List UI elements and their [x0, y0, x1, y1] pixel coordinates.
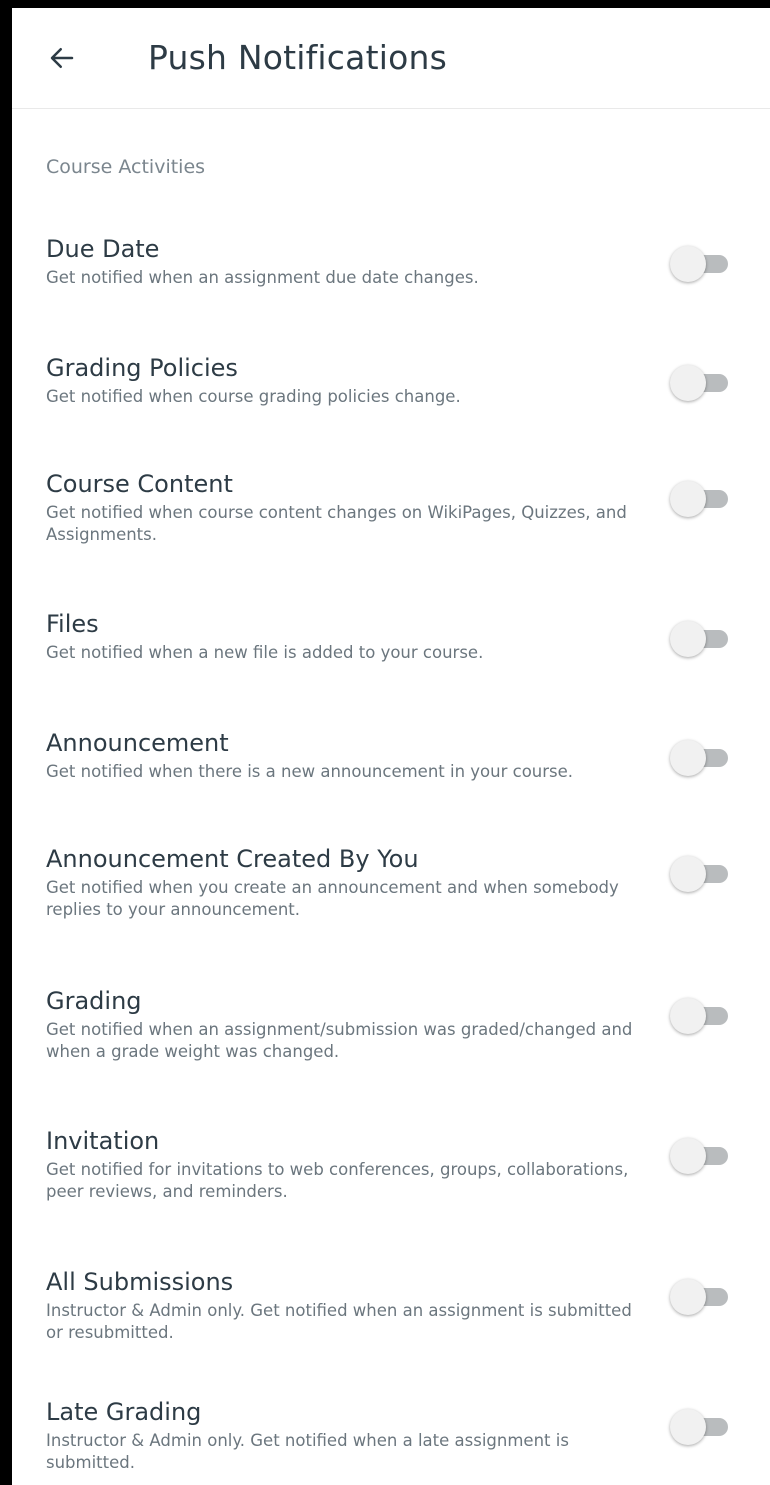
- toggle-announcement-created-by-you[interactable]: [670, 855, 730, 893]
- toggle-all-submissions[interactable]: [670, 1278, 730, 1316]
- setting-description: Get notified when an assignment due date…: [46, 268, 479, 287]
- page-title: Push Notifications: [148, 38, 447, 77]
- setting-title: Late Grading: [46, 1398, 202, 1426]
- toggle-thumb: [670, 998, 706, 1034]
- toggle-late-grading[interactable]: [670, 1408, 730, 1446]
- toggle-invitation[interactable]: [670, 1137, 730, 1175]
- setting-title: Course Content: [46, 470, 233, 498]
- arrow-left-icon: [50, 48, 74, 68]
- toggle-thumb: [670, 1279, 706, 1315]
- toggle-announcement[interactable]: [670, 739, 730, 777]
- toggle-grading[interactable]: [670, 997, 730, 1035]
- setting-row-grading-policies: Grading Policies Get notified when cours…: [12, 352, 770, 442]
- toggle-thumb: [670, 246, 706, 282]
- setting-row-files: Files Get notified when a new file is ad…: [12, 608, 770, 698]
- setting-row-due-date: Due Date Get notified when an assignment…: [12, 233, 770, 323]
- toggle-thumb: [670, 740, 706, 776]
- back-button[interactable]: [36, 32, 88, 84]
- screen: Push Notifications Course Activities Due…: [12, 8, 770, 1485]
- setting-title: Invitation: [46, 1127, 160, 1155]
- setting-row-late-grading: Late Grading Instructor & Admin only. Ge…: [12, 1396, 770, 1485]
- setting-row-announcement: Announcement Get notified when there is …: [12, 727, 770, 817]
- setting-title: Grading Policies: [46, 354, 238, 382]
- toggle-due-date[interactable]: [670, 245, 730, 283]
- setting-description: Instructor & Admin only. Get notified wh…: [46, 1301, 632, 1342]
- setting-title: All Submissions: [46, 1268, 234, 1296]
- setting-description: Get notified for invitations to web conf…: [46, 1160, 629, 1201]
- setting-title: Announcement: [46, 729, 229, 757]
- toggle-thumb: [670, 621, 706, 657]
- setting-row-course-content: Course Content Get notified when course …: [12, 468, 770, 558]
- setting-description: Get notified when course content changes…: [46, 503, 627, 544]
- setting-title: Grading: [46, 987, 142, 1015]
- setting-description: Get notified when an assignment/submissi…: [46, 1020, 633, 1061]
- section-header: Course Activities: [46, 156, 206, 178]
- setting-row-invitation: Invitation Get notified for invitations …: [12, 1125, 770, 1215]
- setting-description: Get notified when there is a new announc…: [46, 762, 574, 781]
- toggle-course-content[interactable]: [670, 480, 730, 518]
- setting-row-grading: Grading Get notified when an assignment/…: [12, 985, 770, 1075]
- setting-title: Files: [46, 610, 99, 638]
- toggle-grading-policies[interactable]: [670, 364, 730, 402]
- setting-row-announcement-created-by-you: Announcement Created By You Get notified…: [12, 843, 770, 933]
- setting-description: Instructor & Admin only. Get notified wh…: [46, 1431, 569, 1472]
- toggle-thumb: [670, 481, 706, 517]
- toggle-thumb: [670, 856, 706, 892]
- setting-description: Get notified when you create an announce…: [46, 878, 619, 919]
- toggle-thumb: [670, 365, 706, 401]
- setting-description: Get notified when a new file is added to…: [46, 643, 484, 662]
- setting-title: Announcement Created By You: [46, 845, 419, 873]
- toggle-thumb: [670, 1138, 706, 1174]
- toggle-files[interactable]: [670, 620, 730, 658]
- toggle-thumb: [670, 1409, 706, 1445]
- setting-title: Due Date: [46, 235, 160, 263]
- setting-row-all-submissions: All Submissions Instructor & Admin only.…: [12, 1266, 770, 1356]
- app-bar: Push Notifications: [12, 8, 770, 109]
- setting-description: Get notified when course grading policie…: [46, 387, 461, 406]
